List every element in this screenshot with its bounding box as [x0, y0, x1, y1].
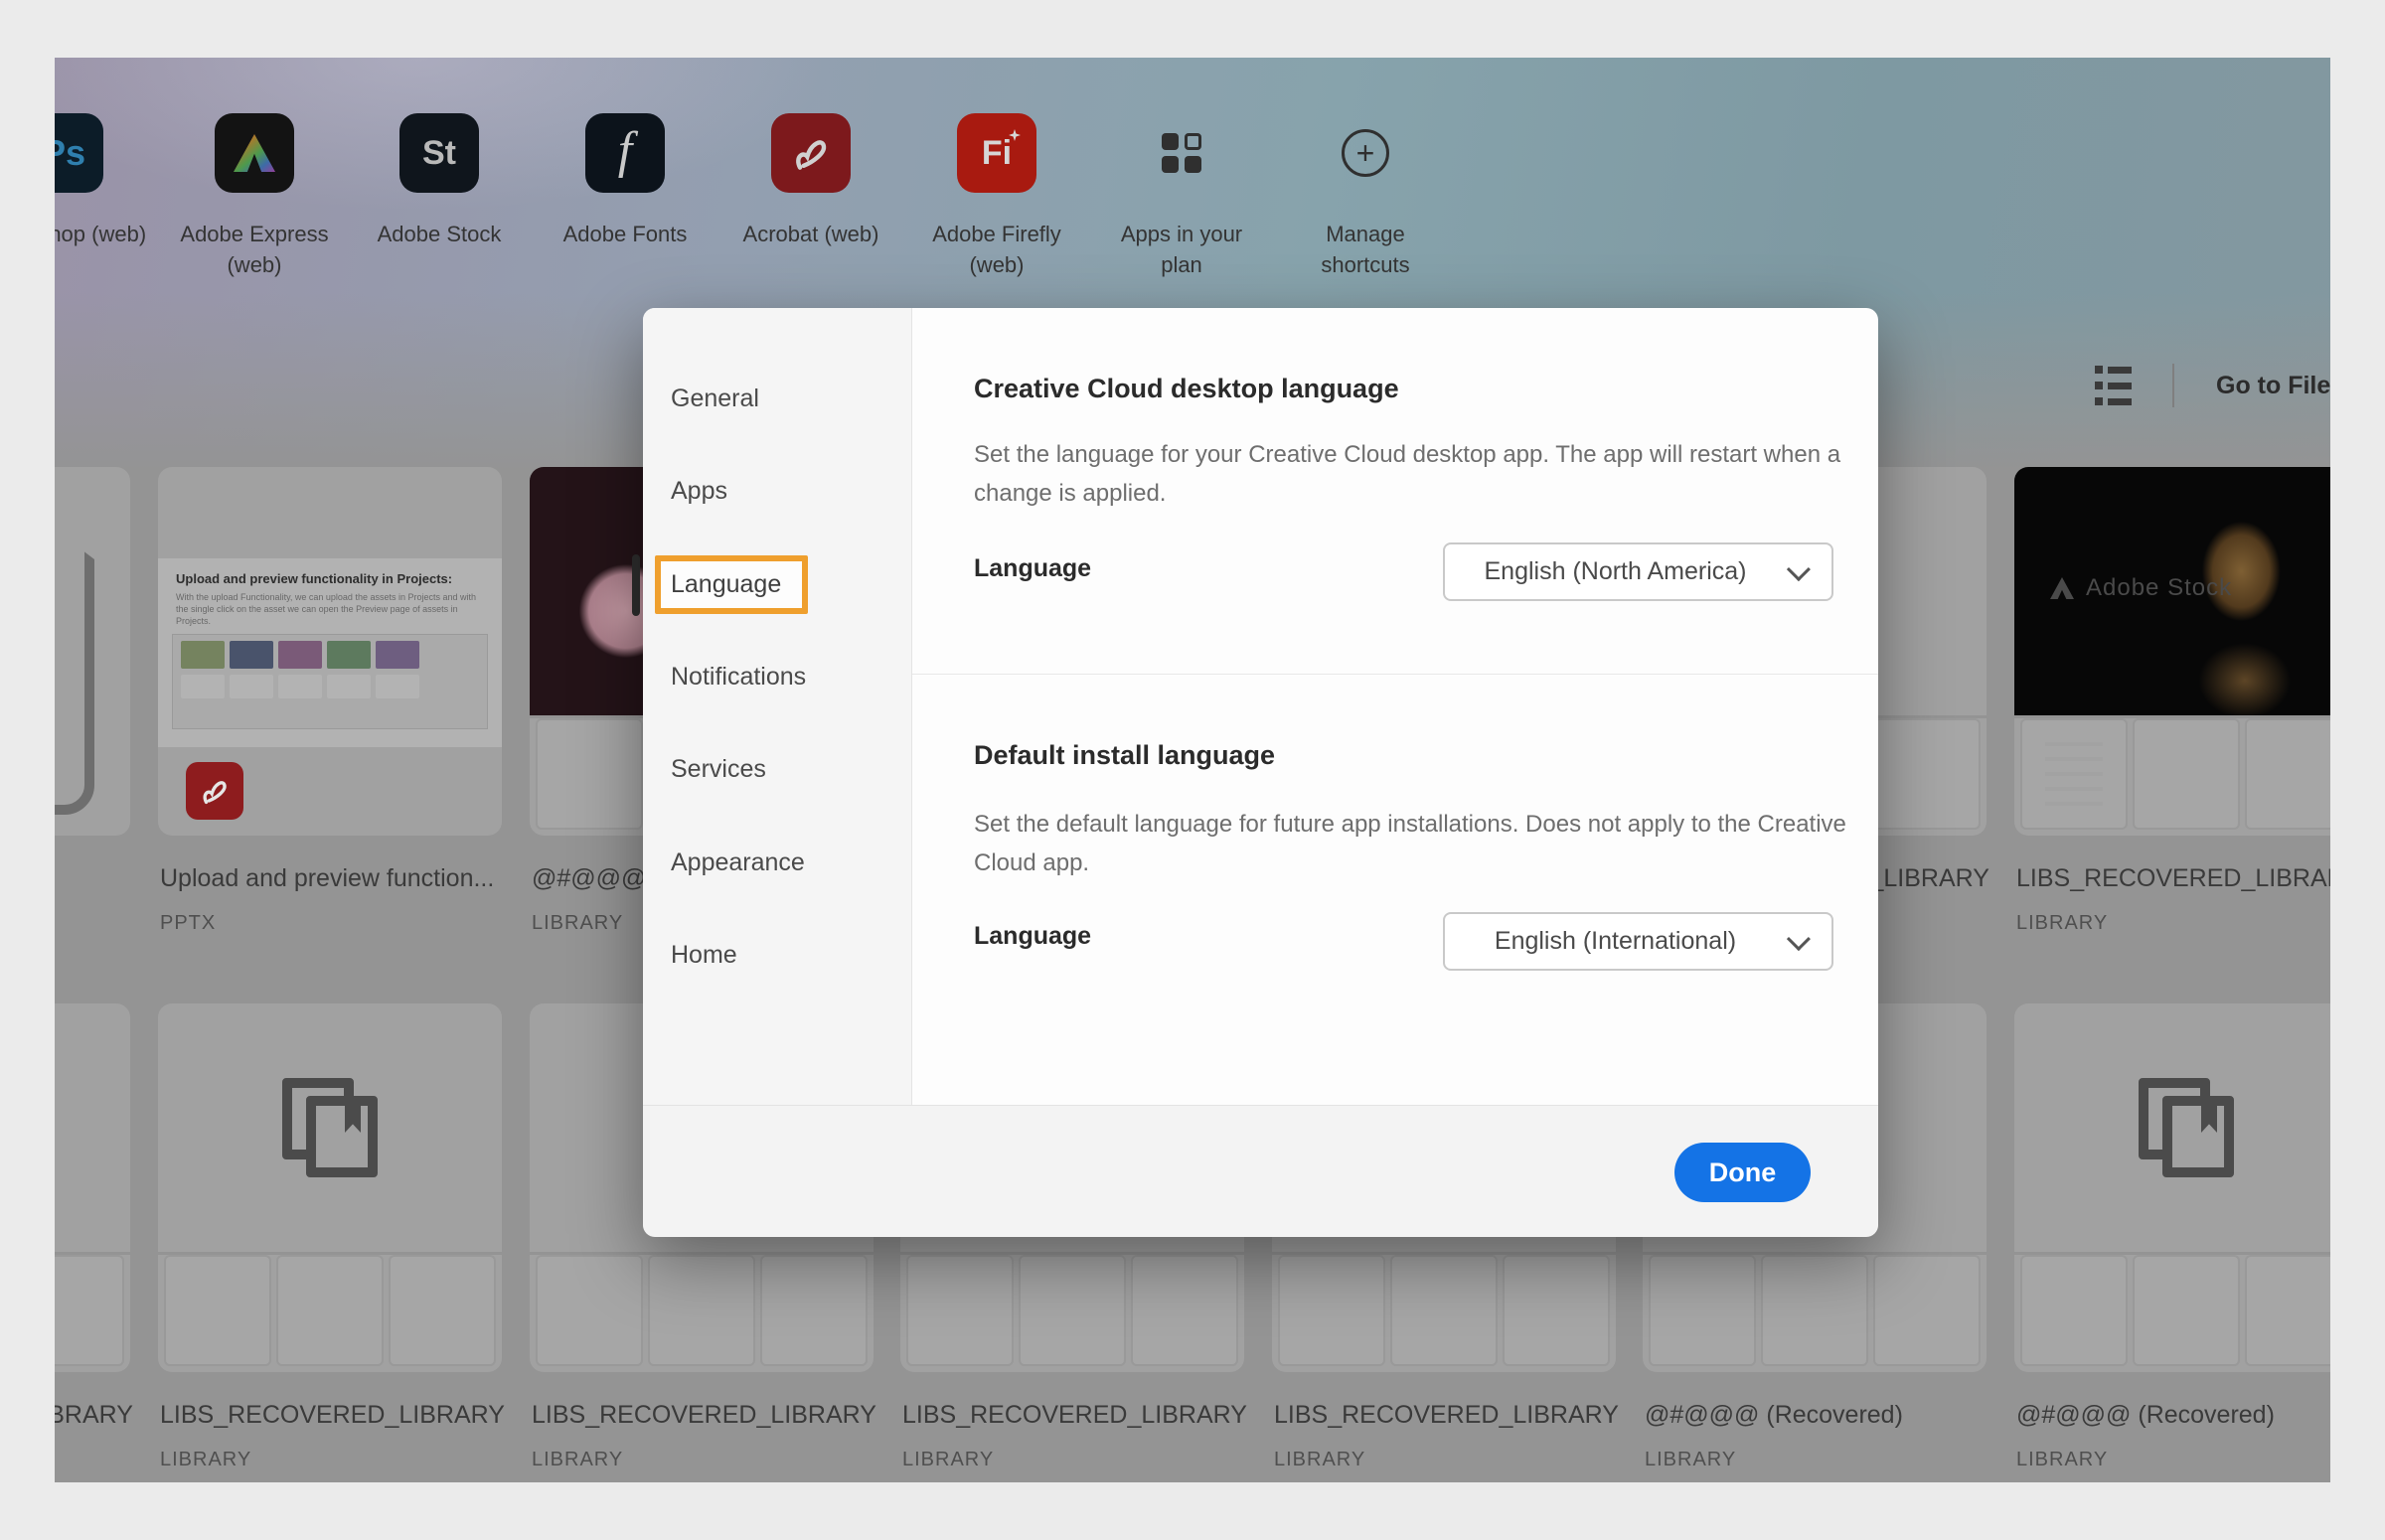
- card-subtitle: LIBRARY: [2016, 1449, 2108, 1471]
- dock-label: Photoshop (web): [55, 219, 148, 249]
- card-title: LIBS_RECOVERED_LIBRARY: [902, 1401, 1247, 1430]
- dock-item-adobe-firefly-web[interactable]: Fi Adobe Firefly (web): [907, 113, 1086, 280]
- file-outline-icon: [55, 511, 94, 815]
- vertical-divider: [2172, 364, 2174, 407]
- sidebar-item-general[interactable]: General: [671, 379, 759, 418]
- section-description: Set the default language for future app …: [974, 805, 1868, 882]
- dock-label: Adobe Fonts: [541, 219, 710, 249]
- dock-label: Adobe Express (web): [170, 219, 339, 280]
- dock-item-adobe-stock[interactable]: St Adobe Stock: [350, 113, 529, 249]
- profile-screenshot-tile: [2020, 718, 2128, 830]
- plus-circle-icon: +: [1326, 113, 1405, 193]
- section-heading: Default install language: [974, 740, 1275, 771]
- slide-screenshot: [172, 634, 488, 729]
- card-title: LIBS_RECOVERED_LIBRARY: [1274, 1401, 1619, 1430]
- fonts-glyph: f: [618, 121, 632, 180]
- adobe-express-icon: [215, 113, 294, 193]
- empty-tile: [2245, 718, 2330, 830]
- pdf-badge-icon: [186, 762, 243, 820]
- acrobat-loop-glyph: [789, 131, 833, 175]
- dock-item-apps-in-your-plan[interactable]: Apps in your plan: [1092, 113, 1271, 280]
- dock-label: Adobe Firefly (web): [912, 219, 1081, 280]
- list-view-icon[interactable]: [2095, 364, 2133, 407]
- card-title: @#@@@ (Recovered): [1645, 1401, 1903, 1430]
- card-title: @#@@@ (Recovered): [2016, 1401, 2275, 1430]
- sidebar-item-language-active[interactable]: Language: [655, 555, 808, 614]
- card-subtitle: LIBRARY: [532, 912, 623, 935]
- adobe-firefly-icon: Fi: [957, 113, 1036, 193]
- sidebar-item-apps[interactable]: Apps: [671, 471, 727, 511]
- card-subtitle: LIBRARY: [532, 1449, 623, 1471]
- express-rainbow-a-glyph: [234, 134, 275, 172]
- stock-glyph: St: [422, 134, 456, 173]
- card-subtitle: LIBRARY: [1645, 1449, 1736, 1471]
- slide-body: With the upload Functionality, we can up…: [176, 591, 484, 627]
- dock-label: Acrobat (web): [712, 219, 910, 249]
- creative-cloud-app-window: Ps Photoshop (web) Adobe Express (web) S…: [55, 58, 2330, 1482]
- sidebar-item-services[interactable]: Services: [671, 749, 766, 789]
- card-title: Upload and preview function...: [160, 864, 494, 893]
- adobe-stock-icon: St: [399, 113, 479, 193]
- acrobat-icon: [771, 113, 851, 193]
- preferences-dialog: General Apps Language Notifications Serv…: [643, 308, 1878, 1236]
- card-title: LIBS_RECOVERED_LIBRARY: [532, 1401, 876, 1430]
- dock-label: Apps in your plan: [1117, 219, 1246, 280]
- section-heading: Creative Cloud desktop language: [974, 374, 1399, 404]
- adobe-logo-icon: [2050, 577, 2074, 599]
- dock-item-photoshop-web[interactable]: Ps Photoshop (web): [55, 113, 153, 249]
- photoshop-glyph: Ps: [55, 132, 85, 174]
- apps-grid-icon: [1142, 113, 1221, 193]
- card-subtitle: LIBRARY: [902, 1449, 994, 1471]
- card-title: LIBS_RECOVERED_LIBRARY: [2016, 864, 2330, 893]
- card-subtitle: PPTX: [160, 912, 216, 935]
- chevron-down-icon: [1787, 927, 1811, 951]
- adobe-stock-watermark: Adobe Stock: [2050, 574, 2232, 602]
- section-description: Set the language for your Creative Cloud…: [974, 435, 1868, 513]
- view-controls: Go to File: [2095, 364, 2330, 407]
- sidebar-item-appearance[interactable]: Appearance: [671, 843, 805, 882]
- section-divider: [912, 674, 1878, 675]
- dock-item-adobe-fonts[interactable]: f Adobe Fonts: [536, 113, 715, 249]
- card-title: @#@@@: [532, 864, 646, 893]
- dock-item-acrobat-web[interactable]: Acrobat (web): [721, 113, 900, 249]
- sidebar-item-notifications[interactable]: Notifications: [671, 657, 806, 696]
- desktop-language-dropdown[interactable]: English (North America): [1443, 542, 1833, 601]
- card-subtitle: LIBRARY: [1274, 1449, 1365, 1471]
- install-language-dropdown[interactable]: English (International): [1443, 912, 1833, 971]
- pptx-slide-preview: Upload and preview functionality in Proj…: [158, 558, 502, 747]
- dock-item-adobe-express-web[interactable]: Adobe Express (web): [165, 113, 344, 280]
- go-to-files-link[interactable]: Go to File: [2216, 372, 2330, 400]
- card-subtitle: LIBRARY: [160, 1449, 251, 1471]
- card-subtitle: LIBRARY: [2016, 912, 2108, 935]
- lion-stock-thumbnail: Adobe Stock: [2014, 467, 2330, 715]
- firefly-glyph: Fi: [982, 134, 1012, 173]
- dock-label: Adobe Stock: [355, 219, 524, 249]
- kitten-photo-tile: [2133, 718, 2240, 830]
- field-label: Language: [974, 922, 1091, 951]
- slide-title: Upload and preview functionality in Proj…: [176, 571, 484, 586]
- library-icon: [282, 1078, 378, 1177]
- chevron-down-icon: [1787, 557, 1811, 581]
- dock-label: Manage shortcuts: [1306, 219, 1425, 280]
- preferences-sidebar: General Apps Language Notifications Serv…: [643, 308, 912, 1105]
- card-title: LIBS_RECOVERED_LIBRARY: [55, 1401, 133, 1430]
- dock-item-manage-shortcuts[interactable]: + Manage shortcuts: [1276, 113, 1455, 280]
- dialog-footer: Done: [643, 1105, 1878, 1237]
- sidebar-item-home[interactable]: Home: [671, 935, 737, 975]
- field-label: Language: [974, 554, 1091, 583]
- photoshop-icon: Ps: [55, 113, 103, 193]
- done-button[interactable]: Done: [1674, 1143, 1811, 1202]
- card-title: LIBS_RECOVERED_LIBRARY: [160, 1401, 505, 1430]
- scrollbar-handle[interactable]: [632, 554, 640, 616]
- adobe-fonts-icon: f: [585, 113, 665, 193]
- library-icon: [2139, 1078, 2234, 1177]
